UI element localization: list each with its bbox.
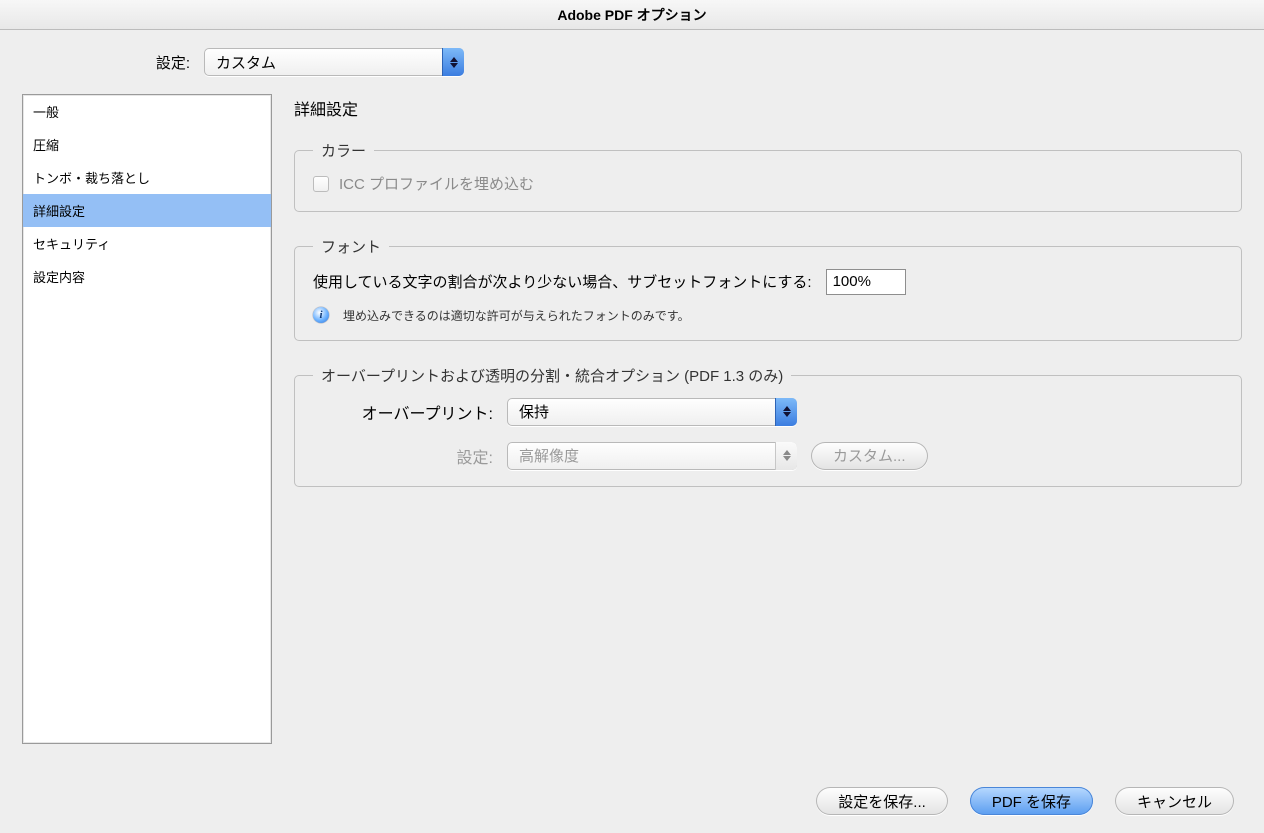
group-overprint-legend: オーバープリントおよび透明の分割・統合オプション (PDF 1.3 のみ) [313, 365, 791, 386]
overprint-select-text: 保持 [507, 401, 775, 422]
panel-title: 詳細設定 [294, 96, 1242, 120]
embed-icc-checkbox[interactable]: ICC プロファイルを埋め込む [313, 173, 534, 194]
main-panel: 詳細設定 カラー ICC プロファイルを埋め込む フォント 使用している文字の割… [294, 94, 1242, 744]
group-color-legend: カラー [313, 140, 374, 161]
custom-flattener-button: カスタム... [811, 442, 928, 470]
group-font: フォント 使用している文字の割合が次より少ない場合、サブセットフォントにする: … [294, 236, 1242, 341]
embed-icc-label: ICC プロファイルを埋め込む [339, 173, 534, 194]
overprint-select[interactable]: 保持 [507, 398, 797, 426]
flattener-setting-select: 高解像度 [507, 442, 797, 470]
sidebar-item-label: 詳細設定 [33, 204, 85, 219]
category-sidebar: 一般 圧縮 トンボ・裁ち落とし 詳細設定 セキュリティ 設定内容 [22, 94, 272, 744]
group-overprint: オーバープリントおよび透明の分割・統合オプション (PDF 1.3 のみ) オー… [294, 365, 1242, 487]
group-font-legend: フォント [313, 236, 389, 257]
sidebar-item-label: 圧縮 [33, 138, 59, 153]
dialog-footer: 設定を保存... PDF を保存 キャンセル [816, 787, 1234, 815]
overprint-label: オーバープリント: [323, 400, 493, 424]
font-embed-note: 埋め込みできるのは適切な許可が与えられたフォントのみです。 [343, 307, 690, 324]
save-pdf-button[interactable]: PDF を保存 [970, 787, 1093, 815]
sidebar-item-summary[interactable]: 設定内容 [23, 260, 271, 293]
subset-threshold-label: 使用している文字の割合が次より少ない場合、サブセットフォントにする: [313, 271, 812, 292]
sidebar-item-label: セキュリティ [33, 237, 110, 252]
save-settings-button[interactable]: 設定を保存... [816, 787, 948, 815]
sidebar-item-general[interactable]: 一般 [23, 95, 271, 128]
info-icon: i [313, 307, 329, 323]
flattener-setting-text: 高解像度 [507, 445, 775, 466]
chevron-updown-icon [775, 442, 797, 470]
chevron-updown-icon [442, 48, 464, 76]
preset-select[interactable]: カスタム [204, 48, 464, 76]
preset-row: 設定: カスタム [0, 30, 1264, 94]
sidebar-item-security[interactable]: セキュリティ [23, 227, 271, 260]
cancel-button[interactable]: キャンセル [1115, 787, 1234, 815]
window-titlebar: Adobe PDF オプション [0, 0, 1264, 30]
chevron-updown-icon [775, 398, 797, 426]
sidebar-item-compression[interactable]: 圧縮 [23, 128, 271, 161]
subset-threshold-input[interactable] [826, 269, 906, 295]
sidebar-item-label: トンボ・裁ち落とし [33, 171, 150, 186]
sidebar-item-label: 設定内容 [33, 270, 85, 285]
preset-label: 設定: [130, 52, 190, 73]
checkbox-icon [313, 176, 329, 192]
sidebar-item-marks-bleeds[interactable]: トンボ・裁ち落とし [23, 161, 271, 194]
sidebar-item-advanced[interactable]: 詳細設定 [23, 194, 271, 227]
flattener-setting-label: 設定: [323, 444, 493, 468]
preset-select-text: カスタム [204, 52, 442, 73]
sidebar-item-label: 一般 [33, 105, 59, 120]
group-color: カラー ICC プロファイルを埋め込む [294, 140, 1242, 212]
